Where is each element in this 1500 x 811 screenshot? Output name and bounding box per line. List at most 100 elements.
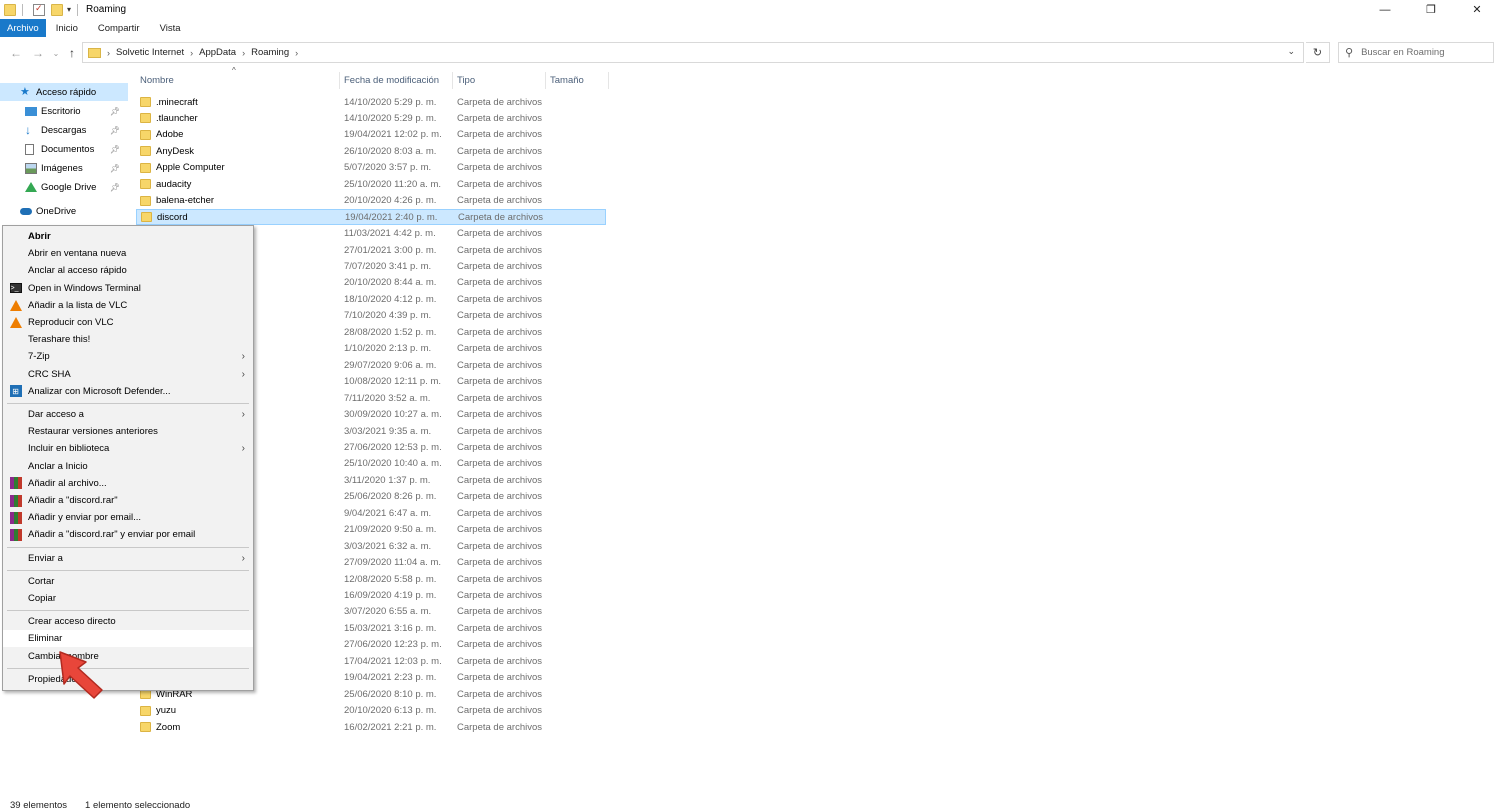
file-type: Carpeta de archivos [457,326,543,338]
pin-icon[interactable]: 📌︎ [110,107,120,116]
recent-locations-button[interactable]: ⌄ [48,44,64,62]
menu-item-dar-acceso-a[interactable]: Dar acceso a › [3,406,253,423]
menu-item-cortar[interactable]: Cortar [3,573,253,590]
menu-item-open-in-windows-terminal[interactable]: >_ Open in Windows Terminal [3,280,253,297]
nav-item-google-drive[interactable]: Google Drive 📌︎ [0,178,128,196]
close-button[interactable]: ✕ [1454,0,1500,19]
up-button[interactable]: ↑ [64,44,80,62]
back-button[interactable]: ← [8,44,24,62]
menu-item-7-zip[interactable]: 7-Zip › [3,348,253,365]
menu-item-incluir-en-biblioteca[interactable]: Incluir en biblioteca › [3,440,253,457]
chevron-right-icon[interactable]: › [295,48,298,58]
file-name: discord [157,211,188,223]
file-date: 27/09/2020 11:04 a. m. [344,557,442,569]
menu-item-label: Crear acceso directo [28,616,116,628]
nav-item-acceso-rapido[interactable]: ★ Acceso rápido [0,83,128,101]
menu-item-terashare-this[interactable]: Terashare this! [3,331,253,348]
menu-item-anclar-a-inicio[interactable]: Anclar a Inicio [3,458,253,475]
menu-item-anadir-y-enviar-por-email[interactable]: Añadir y enviar por email... [3,509,253,526]
file-row[interactable]: AnyDesk 26/10/2020 8:03 a. m. Carpeta de a… [136,143,606,159]
breadcrumb-roaming[interactable]: Roaming [251,47,289,58]
menu-item-eliminar[interactable]: Eliminar [3,630,253,648]
chevron-right-icon: › [241,368,245,380]
column-header-size[interactable]: Tamaño [546,72,609,89]
restore-button[interactable]: ❐ [1408,0,1454,19]
file-row[interactable]: balena-etcher 20/10/2020 4:26 p. m. Carpet… [136,193,606,209]
menu-item-anadir-al-archivo[interactable]: Añadir al archivo... [3,475,253,492]
file-row[interactable]: discord 19/04/2021 2:40 p. m. Carpeta de a… [136,209,606,226]
folder-icon [140,162,151,173]
menu-item-anclar-al-acceso-rapido[interactable]: Anclar al acceso rápido [3,262,253,279]
menu-item-anadir-a-discord-rar[interactable]: Añadir a "discord.rar" [3,492,253,509]
forward-button[interactable]: → [30,44,46,62]
pin-icon[interactable]: 📌︎ [110,145,120,154]
chevron-down-icon[interactable]: ⌄ [1287,46,1295,57]
pin-icon[interactable]: 📌︎ [110,126,120,135]
file-row[interactable]: .tlauncher 14/10/2020 5:29 p. m. Carpeta d… [136,110,606,126]
winrar-icon [9,477,22,490]
menu-item-crear-acceso-directo[interactable]: Crear acceso directo [3,613,253,630]
search-placeholder: Buscar en Roaming [1361,47,1445,58]
menu-item-crc-sha[interactable]: CRC SHA › [3,366,253,383]
pin-icon[interactable]: 📌︎ [110,164,120,173]
menu-item-abrir[interactable]: Abrir [3,228,253,245]
file-type: Carpeta de archivos [457,639,543,651]
column-header-type[interactable]: Tipo [453,72,546,89]
chevron-right-icon: › [241,443,245,455]
nav-item-descargas[interactable]: ↓ Descargas 📌︎ [0,121,128,139]
tab-inicio[interactable]: Inicio [46,19,88,37]
nav-item-escritorio[interactable]: Escritorio 📌︎ [0,102,128,120]
file-row[interactable]: Zoom 16/02/2021 2:21 p. m. Carpeta de arch… [136,719,606,735]
status-bar: 39 elementos 1 elemento seleccionado [10,800,190,811]
file-date: 3/07/2020 6:55 a. m. [344,606,432,618]
nav-item-imagenes[interactable]: Imágenes 📌︎ [0,159,128,177]
file-row[interactable]: audacity 25/10/2020 11:20 a. m. Carpeta de… [136,176,606,192]
folder-icon[interactable] [4,3,16,16]
menu-item-reproducir-con-vlc[interactable]: Reproducir con VLC [3,314,253,331]
file-row[interactable]: yuzu 20/10/2020 6:13 p. m. Carpeta de arch… [136,703,606,719]
tab-archivo[interactable]: Archivo [0,19,46,37]
nav-item-label: Escritorio [41,105,81,117]
file-name-cell: Apple Computer [140,162,225,173]
chevron-right-icon[interactable]: › [190,48,193,58]
search-input[interactable]: ⚲ Buscar en Roaming [1338,42,1494,63]
breadcrumb-solvetic-internet[interactable]: Solvetic Internet [116,47,184,58]
minimize-button[interactable]: — [1362,0,1408,19]
arrow-pointer-icon [59,651,103,699]
breadcrumb-appdata[interactable]: AppData [199,47,236,58]
menu-item-abrir-en-ventana-nueva[interactable]: Abrir en ventana nueva [3,245,253,262]
file-row[interactable]: Adobe 19/04/2021 12:02 p. m. Carpeta de ar… [136,127,606,143]
column-header-name[interactable]: Nombre [136,72,340,89]
file-row[interactable]: Apple Computer 5/07/2020 3:57 p. m. Carpet… [136,160,606,176]
nav-item-onedrive[interactable]: OneDrive [0,202,128,220]
folder-icon [140,722,151,733]
menu-item-cambiar-nombre[interactable]: Cambiar nombre [3,648,253,665]
vlc-icon [9,317,22,329]
menu-item-enviar-a[interactable]: Enviar a › [3,550,253,567]
terminal-icon: >_ [9,282,22,294]
menu-item-anadir-a-discord-rar-y-enviar-por-email[interactable]: Añadir a "discord.rar" y enviar por emai… [3,526,253,543]
menu-item-analizar-con-microsoft-defender[interactable]: ⊞ Analizar con Microsoft Defender... [3,383,253,400]
address-bar[interactable]: › Solvetic Internet › AppData › Roaming … [82,42,1304,63]
new-folder-icon[interactable] [51,3,63,16]
tab-vista[interactable]: Vista [150,19,191,37]
customize-toolbar-icon[interactable]: ▾ [67,5,71,14]
refresh-button[interactable]: ↻ [1306,42,1330,63]
menu-item-propiedades[interactable]: Propiedades [3,671,253,688]
pin-icon[interactable]: 📌︎ [110,183,120,192]
chevron-right-icon[interactable]: › [107,48,110,58]
column-header-date[interactable]: Fecha de modificación [340,72,453,89]
menu-item-anadir-a-la-lista-de-vlc[interactable]: Añadir a la lista de VLC [3,297,253,314]
chevron-right-icon[interactable]: › [242,48,245,58]
tab-compartir[interactable]: Compartir [88,19,150,37]
properties-icon[interactable] [33,3,45,16]
pictures-icon [25,162,37,174]
nav-item-documentos[interactable]: Documentos 📌︎ [0,140,128,158]
column-header-label: Nombre [140,75,174,86]
file-type: Carpeta de archivos [457,244,543,256]
menu-item-copiar[interactable]: Copiar [3,590,253,607]
file-date: 7/10/2020 4:39 p. m. [344,310,432,322]
file-row[interactable]: .minecraft 14/10/2020 5:29 p. m. Carpeta d… [136,94,606,110]
menu-item-restaurar-versiones-anteriores[interactable]: Restaurar versiones anteriores [3,423,253,440]
file-name-cell: .minecraft [140,97,198,108]
